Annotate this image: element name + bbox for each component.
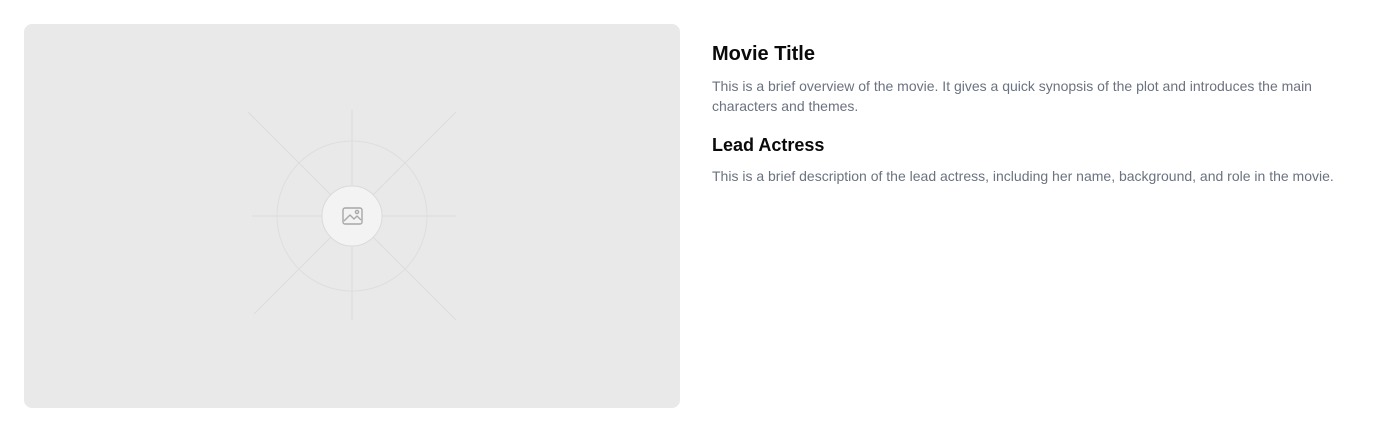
lead-actress-heading: Lead Actress	[712, 135, 825, 155]
movie-overview: This is a brief overview of the movie. I…	[712, 78, 1312, 114]
movie-card: Movie Title This is a brief overview of …	[0, 0, 1376, 432]
movie-image-placeholder	[24, 24, 680, 408]
movie-details: Movie Title This is a brief overview of …	[712, 40, 1344, 186]
movie-title: Movie Title	[712, 43, 815, 65]
lead-actress-description: This is a brief description of the lead …	[712, 168, 1334, 184]
placeholder-graphic	[247, 110, 457, 321]
